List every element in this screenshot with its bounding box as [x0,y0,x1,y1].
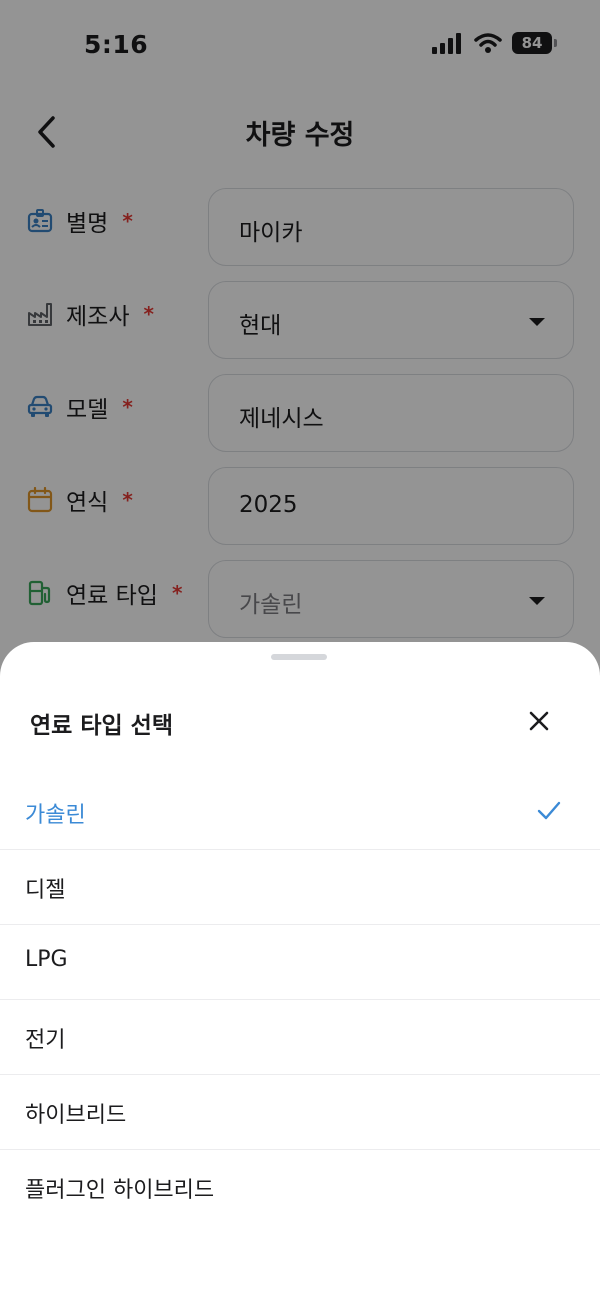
option-electric[interactable]: 전기 [0,1000,600,1075]
option-label: 디젤 [25,878,66,903]
option-gasoline[interactable]: 가솔린 [0,775,600,850]
option-label: 하이브리드 [25,1103,127,1128]
fuel-type-sheet: 연료 타입 선택 가솔린 디젤 LPG 전기 하이브리드 플러그인 하이브리드 [0,642,600,1300]
option-label: 전기 [25,1028,66,1053]
sheet-title: 연료 타입 선택 [30,713,173,739]
option-lpg[interactable]: LPG [0,925,600,1000]
option-label: LPG [25,947,68,972]
option-label: 가솔린 [25,803,86,828]
close-icon [529,711,549,731]
option-label: 플러그인 하이브리드 [25,1178,215,1203]
vehicle-edit-screen: 5:16 84 차량 수정 별명 * 마이카 제조사 * 현대 모델 * 제네시… [0,0,600,1300]
option-diesel[interactable]: 디젤 [0,850,600,925]
sheet-drag-handle[interactable] [271,654,327,660]
checkmark-icon [537,801,561,820]
option-plugin-hybrid[interactable]: 플러그인 하이브리드 [0,1150,600,1225]
option-hybrid[interactable]: 하이브리드 [0,1075,600,1150]
close-button[interactable] [524,706,554,736]
